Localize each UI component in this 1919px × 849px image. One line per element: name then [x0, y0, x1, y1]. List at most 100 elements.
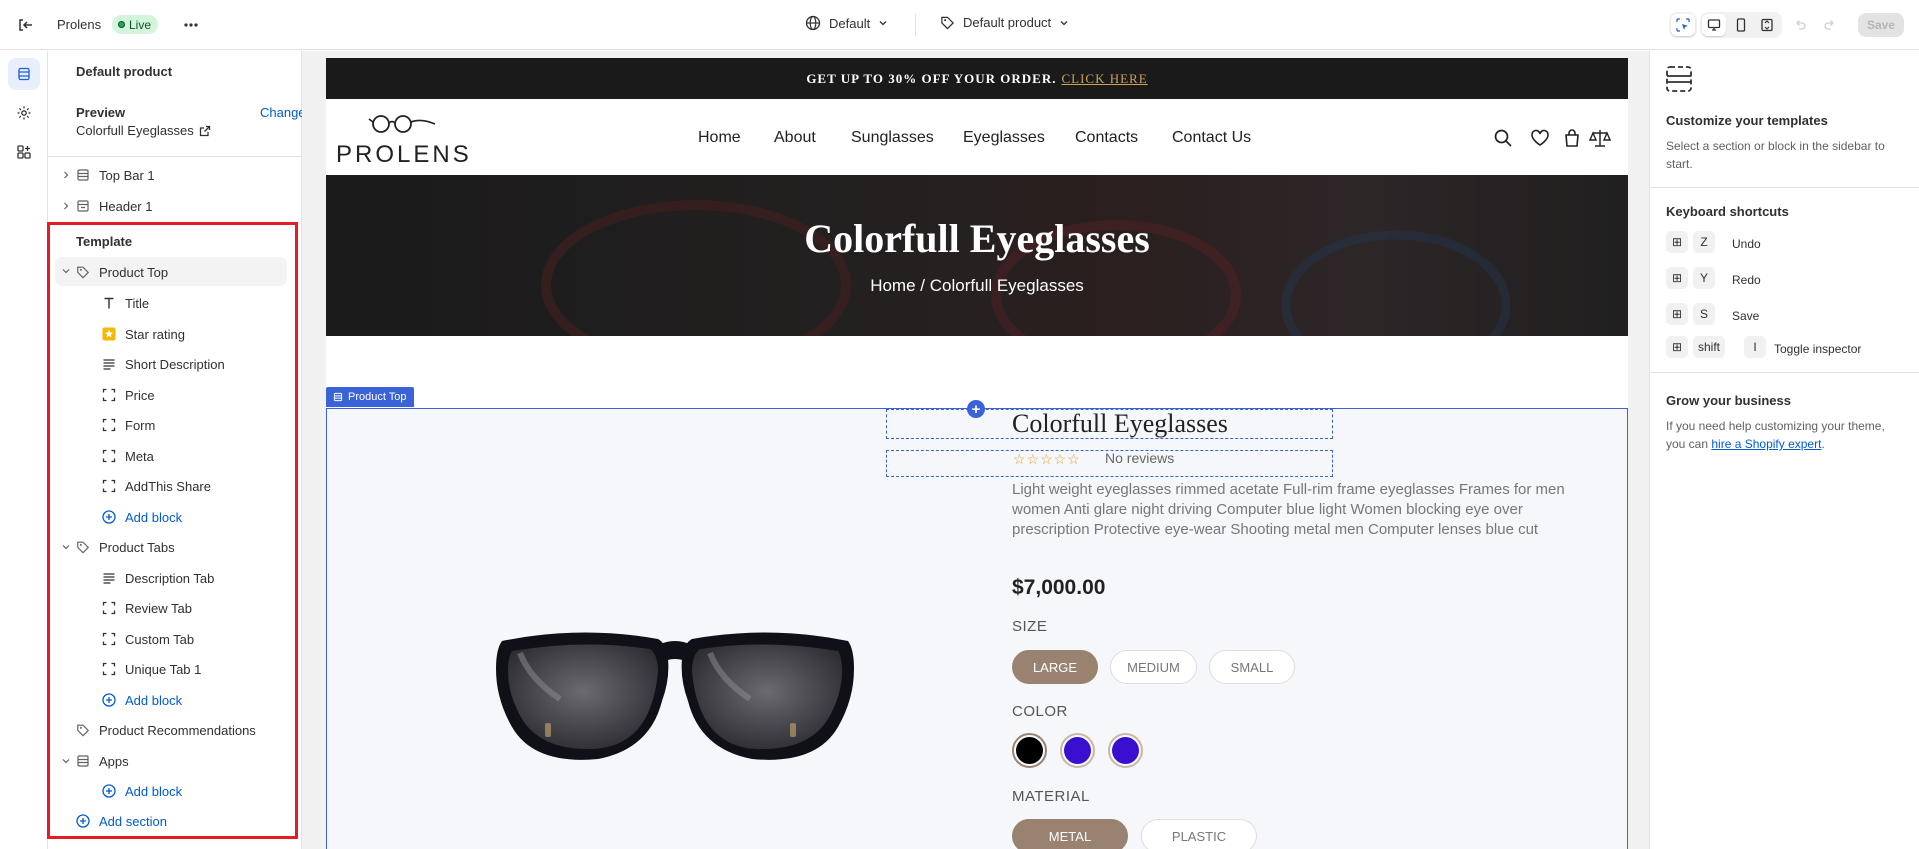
chevron-down-icon[interactable] — [60, 541, 72, 553]
material-option-plastic[interactable]: PLASTIC — [1141, 819, 1257, 849]
sidebar-item-product-tabs[interactable]: Product Tabs — [75, 534, 175, 560]
nav-about[interactable]: About — [774, 129, 816, 147]
block-item-unique-tab[interactable]: Unique Tab 1 — [101, 656, 201, 682]
chevron-down-icon — [879, 21, 887, 26]
hire-expert-link[interactable]: hire a Shopify expert — [1711, 437, 1821, 451]
add-block-button[interactable]: Add block — [101, 504, 182, 530]
external-link-icon — [199, 125, 210, 136]
store-logo-text[interactable]: PROLENS — [336, 141, 472, 169]
sidebar-item-product-top[interactable]: Product Top — [75, 259, 168, 285]
wishlist-heart-icon[interactable] — [1530, 128, 1550, 148]
theme-settings-gear-icon[interactable] — [8, 97, 40, 129]
shortcut-key: S — [1693, 303, 1715, 325]
announcement-bar: GET UP TO 30% OFF YOUR ORDER. CLICK HERE — [326, 58, 1628, 99]
more-actions-icon[interactable] — [181, 16, 201, 34]
desktop-view-icon[interactable] — [1702, 14, 1726, 36]
block-item-star-rating[interactable]: Star rating — [101, 321, 185, 347]
add-section-plus-icon[interactable]: + — [967, 400, 985, 418]
shortcut-key: Y — [1693, 267, 1715, 289]
block-item-review-tab[interactable]: Review Tab — [101, 595, 192, 621]
block-item-short-description[interactable]: Short Description — [101, 351, 225, 377]
customize-text: Select a section or block in the sidebar… — [1666, 139, 1885, 171]
block-item-meta[interactable]: Meta — [101, 443, 154, 469]
glasses-logo-icon[interactable] — [366, 111, 438, 135]
plus-circle-icon — [101, 509, 117, 525]
plus-circle-icon — [75, 813, 91, 829]
preview-change-link[interactable]: Change — [260, 105, 306, 120]
fullscreen-icon[interactable] — [1755, 14, 1779, 36]
paragraph-icon — [101, 356, 117, 372]
color-swatch-blue-2[interactable] — [1108, 733, 1143, 768]
sidebar-item-product-recommendations[interactable]: Product Recommendations — [75, 717, 256, 743]
grow-text: If you need help customizing your theme,… — [1666, 419, 1885, 451]
block-item-addthis-share[interactable]: AddThis Share — [101, 473, 211, 499]
review-count[interactable]: No reviews — [1105, 450, 1174, 466]
app-embeds-icon[interactable] — [8, 136, 40, 168]
size-option-small[interactable]: SMALL — [1209, 650, 1295, 684]
undo-icon[interactable] — [1793, 18, 1807, 32]
command-key-icon: ⊞ — [1666, 303, 1688, 325]
tag-icon — [75, 722, 91, 738]
announcement-link[interactable]: CLICK HERE — [1061, 71, 1147, 87]
nav-contact-us[interactable]: Contact Us — [1172, 129, 1251, 147]
size-option-medium[interactable]: MEDIUM — [1110, 650, 1197, 684]
block-item-custom-tab[interactable]: Custom Tab — [101, 626, 194, 652]
nav-eyeglasses[interactable]: Eyeglasses — [963, 129, 1045, 147]
color-swatch-blue[interactable] — [1060, 733, 1095, 768]
product-top-section[interactable] — [326, 408, 1628, 849]
product-price: $7,000.00 — [1012, 576, 1106, 599]
search-icon[interactable] — [1493, 128, 1513, 148]
color-swatch-black[interactable] — [1012, 733, 1047, 768]
breadcrumb-home[interactable]: Home — [870, 276, 915, 295]
sunglasses-image — [496, 632, 854, 760]
nav-home[interactable]: Home — [698, 129, 741, 147]
mobile-view-icon[interactable] — [1729, 14, 1753, 36]
sections-nav-icon[interactable] — [8, 58, 40, 90]
preview-label: Preview — [76, 105, 126, 120]
device-switcher — [1700, 12, 1782, 38]
shortcut-key: Z — [1693, 231, 1715, 253]
nav-contacts[interactable]: Contacts — [1075, 129, 1138, 147]
product-description: Light weight eyeglasses rimmed acetate F… — [1012, 481, 1565, 538]
add-section-button[interactable]: Add section — [75, 808, 167, 834]
shortcuts-title: Keyboard shortcuts — [1666, 204, 1789, 219]
block-item-form[interactable]: Form — [101, 412, 155, 438]
store-preview: GET UP TO 30% OFF YOUR ORDER. CLICK HERE… — [302, 51, 1649, 849]
settings-panel: Customize your templates Select a sectio… — [1649, 51, 1919, 849]
cart-bag-icon[interactable] — [1562, 128, 1582, 148]
chevron-right-icon[interactable] — [60, 200, 72, 212]
exit-icon[interactable] — [16, 16, 34, 34]
inspector-cursor-icon[interactable] — [1671, 14, 1695, 36]
redo-icon[interactable] — [1823, 18, 1837, 32]
store-name: Prolens — [57, 17, 102, 32]
template-selector[interactable]: Default product — [940, 15, 1069, 30]
chevron-down-icon[interactable] — [60, 265, 72, 277]
chevron-right-icon[interactable] — [60, 169, 72, 181]
paragraph-icon — [101, 570, 117, 586]
compare-scale-icon[interactable] — [1589, 127, 1611, 149]
sidebar-item-top-bar[interactable]: Top Bar 1 — [75, 162, 155, 188]
block-item-price[interactable]: Price — [101, 382, 155, 408]
star-rating[interactable]: ☆☆☆☆☆ — [1013, 451, 1081, 468]
add-block-button[interactable]: Add block — [101, 687, 182, 713]
preview-product-link[interactable]: Colorfull Eyeglasses — [76, 123, 211, 138]
material-option-metal[interactable]: METAL — [1012, 819, 1128, 849]
section-icon — [333, 392, 343, 402]
store-header: PROLENS Home About Sunglasses Eyeglasses… — [326, 99, 1628, 175]
theme-selector[interactable]: Default — [805, 15, 888, 31]
sidebar-divider — [48, 156, 302, 157]
panel-divider — [1650, 372, 1919, 373]
globe-icon — [805, 15, 821, 31]
section-label-tag[interactable]: Product Top — [326, 387, 414, 407]
save-button[interactable]: Save — [1858, 13, 1904, 37]
block-item-title[interactable]: Title — [101, 290, 149, 316]
block-item-description-tab[interactable]: Description Tab — [101, 565, 214, 591]
sidebar-title: Default product — [76, 64, 173, 79]
apps-add-block-button[interactable]: Add block — [101, 778, 182, 804]
nav-sunglasses[interactable]: Sunglasses — [851, 129, 934, 147]
section-icon — [75, 167, 91, 183]
sidebar-item-apps[interactable]: Apps — [75, 748, 129, 774]
chevron-down-icon[interactable] — [60, 755, 72, 767]
size-option-large[interactable]: LARGE — [1012, 650, 1098, 684]
sidebar-item-header[interactable]: Header 1 — [75, 193, 152, 219]
